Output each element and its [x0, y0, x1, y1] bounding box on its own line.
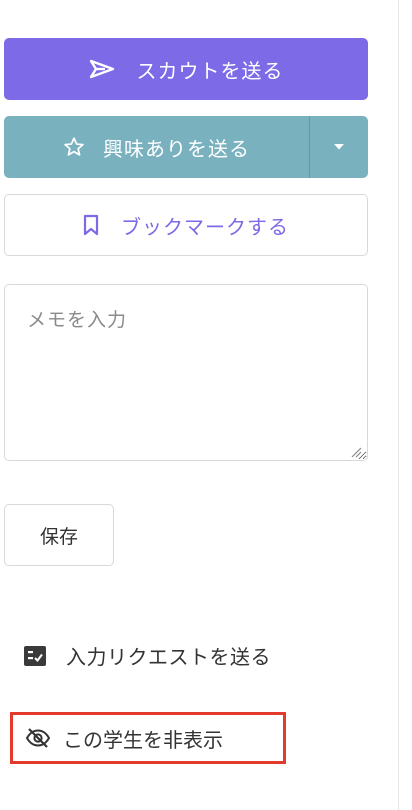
send-input-request-link[interactable]: 入力リクエストを送る [24, 641, 271, 670]
bookmark-label: ブックマークする [121, 214, 289, 239]
panel-divider [398, 0, 399, 810]
bookmark-button[interactable]: ブックマークする [4, 194, 368, 256]
send-input-request-label: 入力リクエストを送る [66, 645, 271, 669]
memo-input[interactable] [4, 284, 368, 461]
caret-down-icon [333, 143, 345, 151]
send-scout-label: スカウトを送る [136, 58, 284, 83]
send-icon [89, 59, 115, 79]
eye-slash-icon [25, 727, 51, 749]
hide-student-link[interactable]: この学生を非表示 [10, 712, 286, 764]
save-label: 保存 [39, 525, 78, 548]
send-scout-button[interactable]: スカウトを送る [4, 38, 368, 100]
bookmark-icon [83, 214, 99, 236]
send-interest-label: 興味ありを送る [103, 136, 250, 161]
send-interest-group: 興味ありを送る [4, 116, 368, 178]
send-interest-button[interactable]: 興味ありを送る [4, 116, 309, 178]
interest-dropdown-toggle[interactable] [310, 116, 368, 178]
checklist-icon [24, 645, 46, 666]
hide-student-label: この学生を非表示 [63, 727, 223, 752]
star-outline-icon [63, 136, 85, 158]
save-memo-button[interactable]: 保存 [4, 504, 114, 566]
